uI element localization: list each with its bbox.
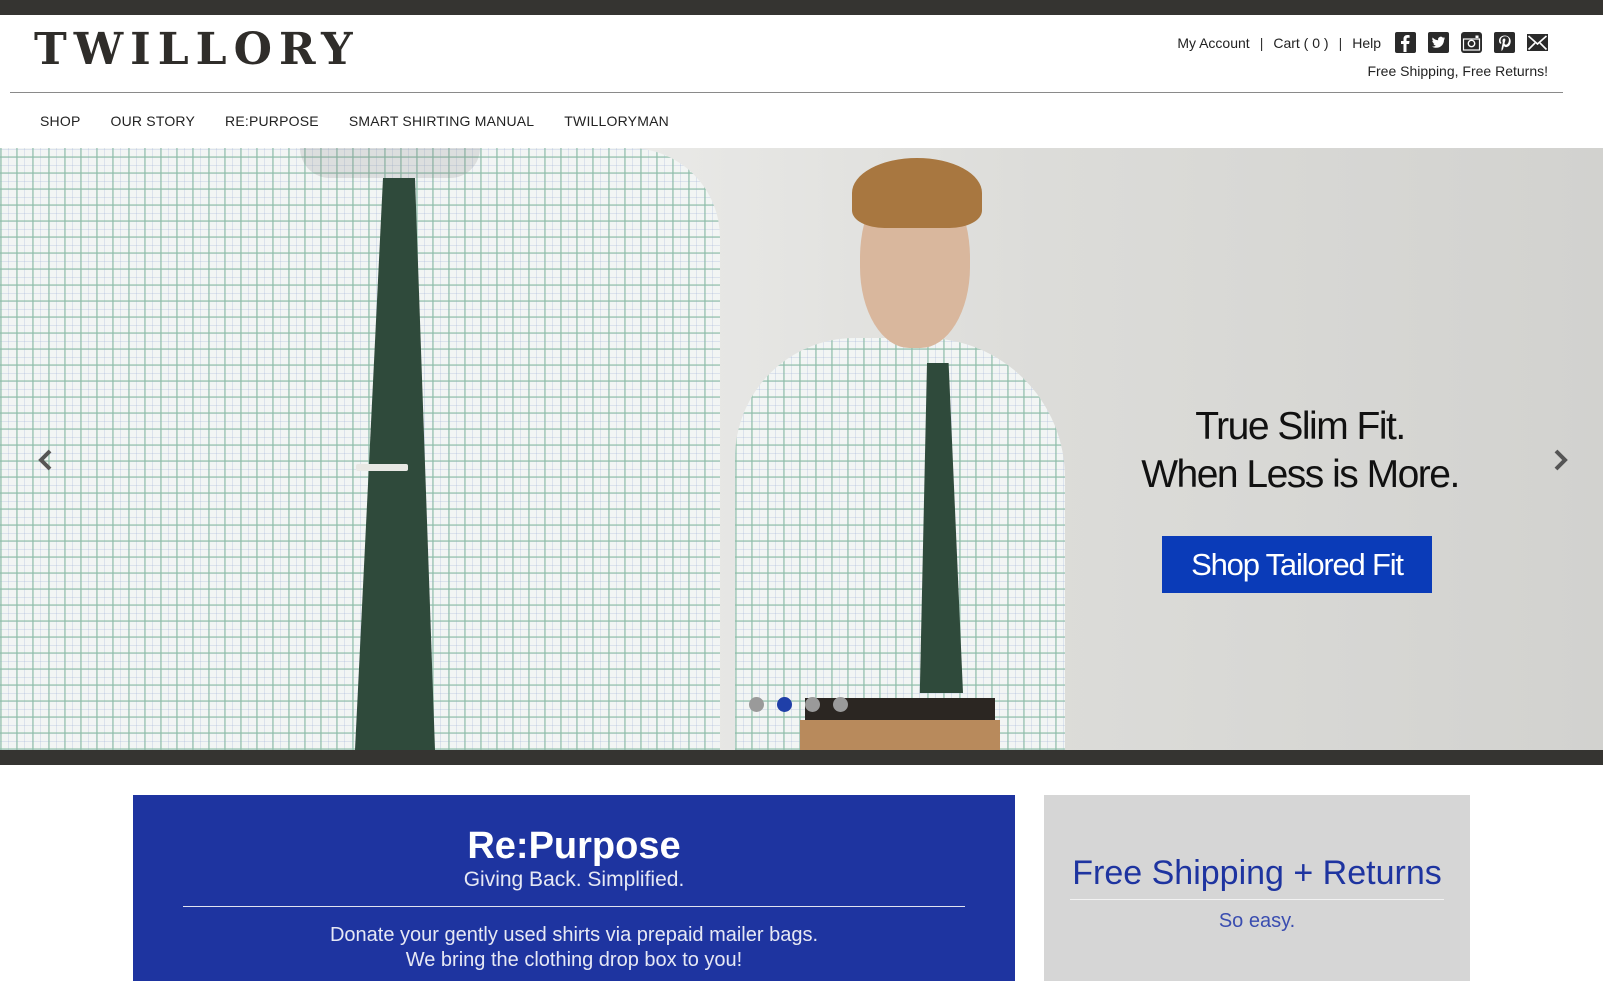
shop-tailored-fit-button[interactable]: Shop Tailored Fit — [1162, 536, 1432, 593]
nav-item-repurpose[interactable]: RE:PURPOSE — [225, 113, 319, 129]
repurpose-subtitle: Giving Back. Simplified. — [463, 868, 685, 891]
carousel-pagination — [749, 697, 848, 712]
carousel-next-arrow-icon[interactable] — [1550, 448, 1570, 472]
nav-item-our-story[interactable]: OUR STORY — [110, 113, 195, 129]
separator: | — [1259, 34, 1264, 51]
social-links — [1395, 32, 1548, 53]
hero-headline-line2: When Less is More. — [1141, 453, 1460, 496]
hero-headline-line1: True Slim Fit. — [1195, 405, 1406, 448]
tie-clip — [356, 464, 408, 471]
nav-item-shop[interactable]: SHOP — [40, 113, 80, 129]
carousel-dot-3[interactable] — [805, 697, 820, 712]
main-nav: SHOP OUR STORY RE:PURPOSE SMART SHIRTING… — [40, 113, 699, 129]
carousel-dot-4[interactable] — [833, 697, 848, 712]
carousel-dot-2[interactable] — [777, 697, 792, 712]
carousel-prev-arrow-icon[interactable] — [36, 448, 56, 472]
separator: | — [1338, 34, 1343, 51]
repurpose-divider — [183, 906, 965, 907]
shirt-collar-shadow — [300, 148, 480, 178]
facebook-icon[interactable] — [1395, 32, 1416, 53]
repurpose-title: Re:Purpose — [467, 825, 681, 867]
free-shipping-tagline: Free Shipping, Free Returns! — [1367, 63, 1548, 79]
model-hair — [852, 158, 982, 228]
header-divider — [10, 92, 1563, 93]
pinterest-icon[interactable] — [1494, 32, 1515, 53]
repurpose-body-line1: Donate your gently used shirts via prepa… — [329, 924, 819, 946]
nav-item-twilloryman[interactable]: TWILLORYMAN — [564, 113, 669, 129]
repurpose-body-line2: We bring the clothing drop box to you! — [405, 949, 743, 971]
hero-carousel: True Slim Fit. When Less is More. Shop T… — [0, 148, 1603, 750]
site-header: TWILLORY My Account | Cart ( 0 ) | Help — [0, 15, 1603, 93]
shipping-divider — [1070, 899, 1444, 900]
brand-logo[interactable]: TWILLORY — [34, 25, 360, 75]
my-account-link[interactable]: My Account — [1177, 35, 1249, 51]
cart-link[interactable]: Cart ( 0 ) — [1273, 35, 1328, 51]
utility-nav: My Account | Cart ( 0 ) | Help — [1177, 32, 1548, 53]
repurpose-promo[interactable]: Re:Purpose Giving Back. Simplified. Dona… — [133, 795, 1015, 981]
email-icon[interactable] — [1527, 32, 1548, 53]
hero-bottom-bar — [0, 750, 1603, 765]
shipping-promo[interactable]: Free Shipping + Returns So easy. — [1044, 795, 1470, 981]
top-bar — [0, 0, 1603, 15]
carousel-dot-1[interactable] — [749, 697, 764, 712]
instagram-icon[interactable] — [1461, 32, 1482, 53]
hero-image-model — [735, 338, 1065, 750]
help-link[interactable]: Help — [1352, 35, 1381, 51]
twitter-icon[interactable] — [1428, 32, 1449, 53]
hero-headline: True Slim Fit. When Less is More. — [1100, 403, 1500, 499]
shipping-title: Free Shipping + Returns — [1072, 854, 1442, 892]
model-trousers — [800, 720, 1000, 750]
nav-item-smart-shirting-manual[interactable]: SMART SHIRTING MANUAL — [349, 113, 534, 129]
shipping-subtitle: So easy. — [1218, 910, 1296, 932]
